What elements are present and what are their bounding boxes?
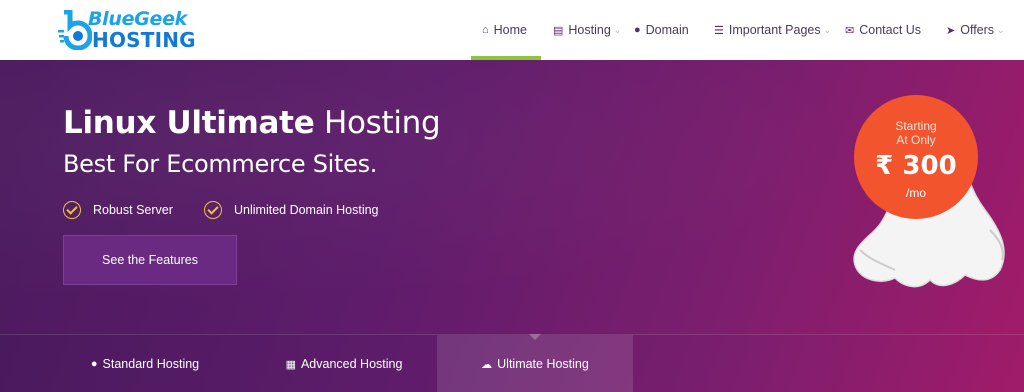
- chevron-down-icon: ⌄: [823, 24, 832, 35]
- home-icon: ⌂: [482, 24, 489, 36]
- hosting-tabs: ● Standard Hosting ▦ Advanced Hosting ☁ …: [0, 334, 1024, 392]
- price-badge: Starting At Only ₹ 300 /mo: [854, 95, 978, 219]
- nav-important-pages[interactable]: ☰ Important Pages ⌄: [714, 0, 831, 60]
- check-circle-icon: [204, 201, 222, 219]
- envelope-icon: ✉: [845, 24, 855, 37]
- nav-hosting[interactable]: ▤ Hosting ⌄: [553, 0, 621, 60]
- hero-title: Linux Ultimate Hosting: [63, 105, 441, 141]
- server-list-icon: ▤: [553, 24, 564, 37]
- site-header: BlueGeek HOSTING ⌂ Home ▤ Hosting ⌄ ● Do…: [0, 0, 1024, 60]
- globe-icon: ●: [634, 24, 641, 36]
- nav-domain-label: Domain: [645, 23, 689, 37]
- price-period: /mo: [905, 186, 926, 200]
- tag-icon: ➤: [946, 24, 956, 37]
- tab-standard-hosting-label: Standard Hosting: [102, 357, 200, 371]
- brand-name: BlueGeek: [88, 8, 188, 30]
- tab-advanced-hosting-label: Advanced Hosting: [300, 357, 403, 371]
- hero-subtitle: Best For Ecommerce Sites.: [63, 150, 378, 178]
- price-at-only: At Only: [896, 133, 936, 147]
- logo-icon: [58, 10, 92, 50]
- feature-label: Robust Server: [93, 203, 173, 217]
- nav-hosting-label: Hosting: [568, 23, 611, 37]
- brand-tagline: HOSTING: [92, 28, 196, 52]
- chevron-down-icon: ⌄: [997, 24, 1005, 35]
- nav-contact-us-label: Contact Us: [859, 23, 922, 37]
- price-amount: ₹ 300: [875, 151, 957, 181]
- price-starting: Starting: [895, 119, 937, 133]
- tab-ultimate-hosting[interactable]: ☁ Ultimate Hosting: [437, 335, 633, 392]
- cloud-icon: ☁: [481, 358, 493, 371]
- chevron-down-icon: ⌄: [613, 24, 622, 35]
- active-tab-pointer: [529, 334, 541, 340]
- grid-icon: ▦: [285, 358, 296, 371]
- brand-logo[interactable]: BlueGeek HOSTING: [58, 6, 208, 52]
- tab-advanced-hosting[interactable]: ▦ Advanced Hosting: [244, 335, 444, 392]
- nav-offers[interactable]: ➤ Offers ⌄: [946, 0, 1005, 60]
- nav-important-pages-label: Important Pages: [728, 23, 821, 37]
- list-icon: ☰: [714, 24, 724, 37]
- feature-item: Robust Server: [63, 201, 173, 219]
- hero-title-bold: Linux Ultimate: [63, 105, 315, 141]
- nav-domain[interactable]: ● Domain: [634, 0, 689, 60]
- nav-home[interactable]: ⌂ Home: [482, 0, 527, 60]
- nav-offers-label: Offers: [960, 23, 995, 37]
- feature-item: Unlimited Domain Hosting: [204, 201, 379, 219]
- globe-icon: ●: [90, 358, 98, 370]
- nav-home-label: Home: [493, 23, 527, 37]
- see-features-button[interactable]: See the Features: [63, 235, 237, 285]
- tab-ultimate-hosting-label: Ultimate Hosting: [497, 357, 589, 371]
- nav-contact-us[interactable]: ✉ Contact Us: [845, 0, 921, 60]
- check-circle-icon: [63, 201, 81, 219]
- hero-title-light: Hosting: [323, 105, 441, 141]
- feature-label: Unlimited Domain Hosting: [234, 203, 379, 217]
